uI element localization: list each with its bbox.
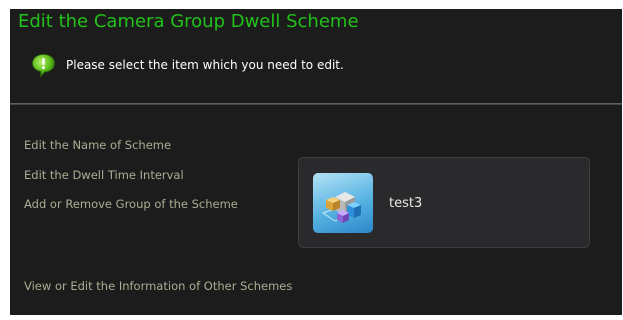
scheme-item[interactable]: test3: [313, 172, 422, 234]
edit-scheme-name-link[interactable]: Edit the Name of Scheme: [24, 138, 171, 152]
scheme-name: test3: [389, 195, 423, 211]
view-edit-other-schemes-link[interactable]: View or Edit the Information of Other Sc…: [24, 279, 292, 293]
camera-group-cubes-icon: [313, 173, 373, 233]
dwell-scheme-panel: Edit the Camera Group Dwell Scheme Pleas…: [10, 9, 622, 315]
add-remove-group-link[interactable]: Add or Remove Group of the Scheme: [24, 197, 238, 211]
divider: [10, 103, 622, 105]
page-title: Edit the Camera Group Dwell Scheme: [18, 11, 359, 32]
hint-text: Please select the item which you need to…: [66, 58, 344, 72]
scheme-list-box: test3: [298, 157, 590, 248]
hint-row: Please select the item which you need to…: [31, 51, 344, 79]
edit-dwell-time-interval-link[interactable]: Edit the Dwell Time Interval: [24, 168, 184, 182]
speech-bubble-exclamation-icon: [31, 53, 56, 78]
header: Edit the Camera Group Dwell Scheme Pleas…: [10, 9, 622, 103]
